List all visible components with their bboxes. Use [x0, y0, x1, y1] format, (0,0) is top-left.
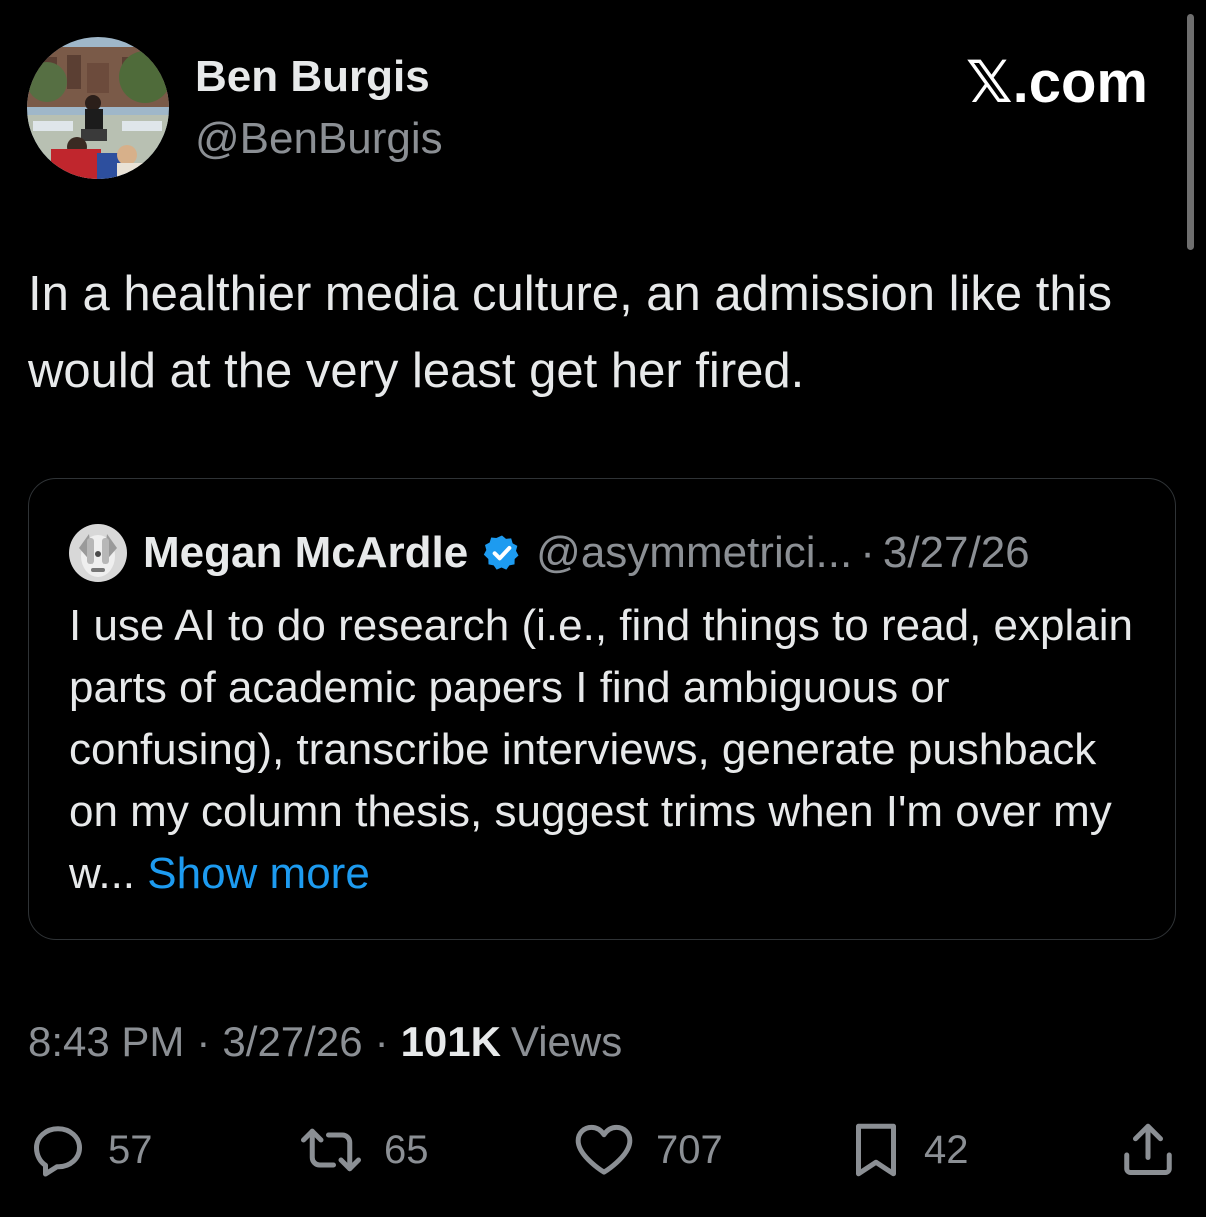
bookmark-count: 42	[924, 1127, 969, 1172]
repost-count: 65	[384, 1127, 429, 1172]
quoted-tweet-text: I use AI to do research (i.e., find thin…	[69, 595, 1139, 905]
reply-icon	[34, 1126, 82, 1177]
share-icon	[1124, 1123, 1172, 1175]
reply-button[interactable]: 57	[28, 1120, 153, 1180]
reply-count: 57	[108, 1127, 153, 1172]
site-logo: 𝕏.com	[965, 50, 1148, 115]
like-count: 707	[656, 1127, 723, 1172]
separator-dot: ·	[374, 1018, 389, 1065]
quoted-tweet-card[interactable]: Megan McArdle @asymmetrici... · 3/27/26 …	[28, 478, 1176, 940]
heart-icon	[575, 1124, 633, 1175]
author-name[interactable]: Ben Burgis	[195, 52, 430, 102]
repost-button[interactable]: 65	[298, 1120, 429, 1180]
quoted-author-handle[interactable]: @asymmetrici...	[536, 528, 852, 578]
share-button[interactable]	[1118, 1120, 1178, 1180]
separator-dot: ·	[196, 1018, 211, 1065]
tweet-text: In a healthier media culture, an admissi…	[28, 267, 1113, 398]
quoted-tweet-header: Megan McArdle @asymmetrici... · 3/27/26	[69, 523, 1030, 583]
views-label: Views	[510, 1018, 623, 1065]
quoted-author-name[interactable]: Megan McArdle	[143, 528, 468, 578]
bookmark-icon	[856, 1123, 896, 1177]
like-button[interactable]: 707	[572, 1120, 723, 1180]
bookmark-button[interactable]: 42	[848, 1120, 969, 1180]
separator-dot: ·	[860, 528, 875, 577]
tweet-meta: 8:43 PM · 3/27/26 · 101K Views	[28, 1018, 622, 1066]
tweet-time[interactable]: 8:43 PM	[28, 1018, 184, 1065]
quoted-author-avatar[interactable]	[69, 524, 127, 582]
verified-badge-icon	[484, 535, 519, 570]
author-avatar[interactable]	[27, 37, 169, 179]
views-count: 101K	[400, 1018, 501, 1065]
tweet-date[interactable]: 3/27/26	[222, 1018, 362, 1065]
show-more-link[interactable]: Show more	[147, 849, 370, 898]
quoted-tweet-date[interactable]: 3/27/26	[883, 528, 1030, 578]
repost-icon	[301, 1128, 361, 1172]
author-handle[interactable]: @BenBurgis	[195, 114, 443, 164]
scrollbar[interactable]	[1187, 14, 1194, 250]
